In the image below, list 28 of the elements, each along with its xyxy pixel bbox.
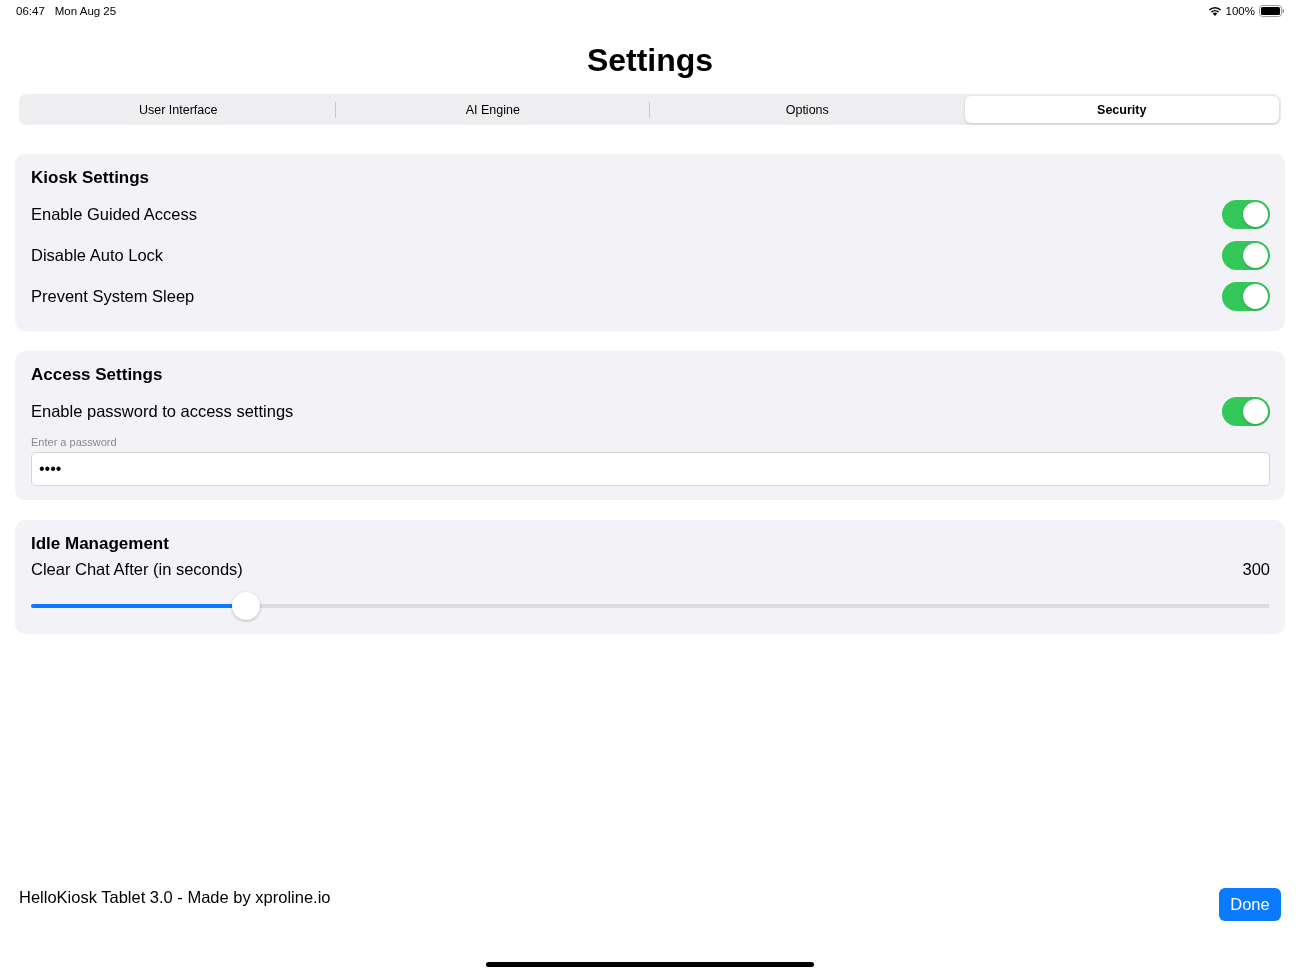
status-date: Mon Aug 25 — [54, 5, 117, 17]
setting-label: Clear Chat After (in seconds) — [31, 560, 243, 579]
segment-tab[interactable]: User Interface — [21, 96, 336, 123]
status-time: 06:47 — [16, 5, 45, 17]
battery-icon — [1259, 5, 1285, 17]
toggle-switch[interactable] — [1222, 282, 1270, 311]
battery-percent: 100% — [1225, 5, 1255, 17]
segment-tab[interactable]: AI Engine — [335, 96, 650, 123]
page-title: Settings — [585, 41, 715, 80]
setting-label: Enable Guided Access — [31, 205, 198, 224]
setting-label: Prevent System Sleep — [31, 287, 195, 306]
done-button[interactable]: Done — [1219, 888, 1281, 921]
section-title: Kiosk Settings — [31, 168, 151, 188]
password-field[interactable]: •••• — [31, 452, 1270, 486]
toggle-switch[interactable] — [1222, 241, 1270, 270]
setting-label: Enable password to access settings — [31, 402, 294, 421]
wifi-icon — [1207, 6, 1222, 16]
section-title: Idle Management — [31, 534, 170, 554]
field-label: Enter a password — [31, 436, 118, 448]
slider-value: 300 — [1242, 560, 1270, 579]
section-title: Access Settings — [31, 365, 164, 385]
toggle-switch[interactable] — [1222, 397, 1270, 426]
segment-tab[interactable]: Options — [650, 96, 965, 123]
segment-tab[interactable]: Security — [964, 96, 1279, 123]
slider-thumb[interactable] — [232, 592, 261, 620]
footer-text: HelloKiosk Tablet 3.0 - Made by xproline.io — [19, 887, 331, 907]
setting-label: Disable Auto Lock — [31, 246, 164, 265]
toggle-switch[interactable] — [1222, 200, 1270, 229]
